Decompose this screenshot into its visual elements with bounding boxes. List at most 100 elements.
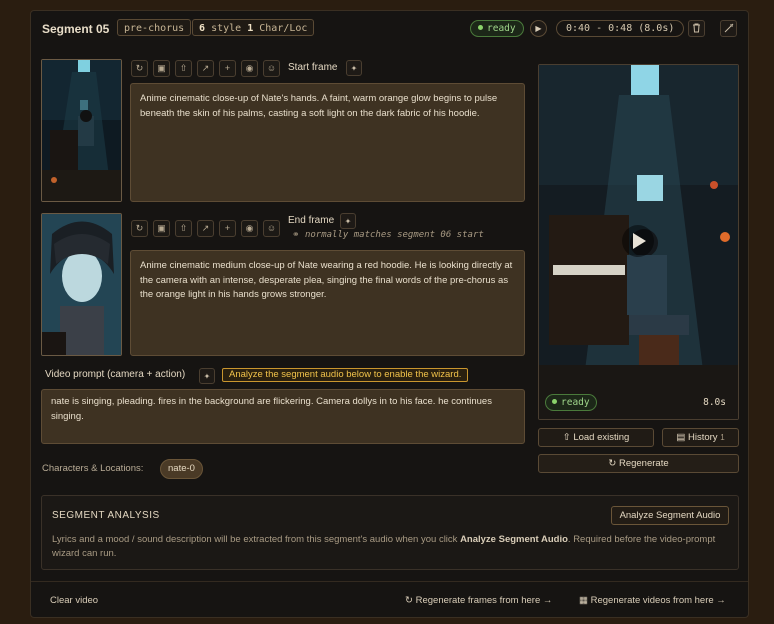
segment-analysis-panel: SEGMENT ANALYSIS Analyze Segment Audio L…	[41, 495, 739, 570]
video-preview-image	[539, 65, 738, 419]
end-add-button[interactable]: +	[219, 220, 236, 237]
video-status-badge: ready	[545, 394, 597, 411]
end-refresh-button[interactable]: ↻	[131, 220, 148, 237]
analysis-description: Lyrics and a mood / sound description wi…	[52, 533, 732, 561]
video-duration: 8.0s	[703, 397, 726, 408]
refresh-icon: ↻	[135, 63, 144, 73]
end-frame-hint: ⚭ normally matches segment 06 start	[292, 230, 484, 240]
status-text: ready	[487, 23, 516, 34]
refresh-icon: ↻	[135, 223, 144, 233]
play-audio-button[interactable]: ▶	[530, 20, 547, 37]
play-icon: ▶	[535, 24, 542, 33]
stack-icon: ▣	[157, 223, 166, 233]
film-icon: ▦	[579, 595, 588, 606]
regenerate-videos-button[interactable]: ▦ Regenerate videos from here →	[579, 595, 726, 606]
segment-title: Segment 05	[42, 22, 110, 36]
end-frame-hint-text: normally matches segment 06 start	[304, 230, 484, 240]
person-icon: ☺	[266, 223, 277, 233]
magic-wand-icon	[724, 23, 733, 33]
end-frame-wand-button[interactable]: ✦	[340, 213, 356, 229]
refresh-icon: ↻	[405, 595, 413, 606]
style-count: 6	[199, 23, 206, 34]
end-print-button[interactable]: ▣	[153, 220, 170, 237]
start-frame-thumbnail[interactable]	[41, 59, 122, 202]
analysis-desc-bold: Analyze Segment Audio	[460, 534, 568, 545]
upload-icon: ⇧	[562, 432, 571, 443]
time-range: 0:40 - 0:48 (8.0s)	[556, 20, 685, 37]
start-refresh-button[interactable]: ↻	[131, 60, 148, 77]
start-add-button[interactable]: +	[219, 60, 236, 77]
history-label: History	[687, 432, 718, 443]
end-frame-label: End frame	[288, 215, 335, 226]
end-upload-button[interactable]: ⇧	[175, 220, 192, 237]
regenerate-frames-label: Regenerate frames from here →	[415, 595, 553, 606]
end-frame-toolbar: ↻ ▣ ⇧ ↗ + ◉ ☺	[131, 220, 280, 237]
start-frame-image	[42, 60, 121, 201]
start-palette-button[interactable]: ◉	[241, 60, 258, 77]
characters-label: Characters & Locations:	[42, 463, 144, 474]
load-existing-button[interactable]: ⇧ Load existing	[538, 428, 654, 447]
palette-icon: ◉	[245, 63, 254, 73]
end-frame-thumbnail[interactable]	[41, 213, 122, 356]
status-dot-icon	[478, 25, 483, 30]
video-status-text: ready	[561, 397, 590, 408]
style-char-tag[interactable]: 6 style 1 Char/Loc	[192, 19, 315, 36]
stack-icon: ▣	[157, 63, 166, 73]
magic-wand-icon: ✦	[203, 372, 211, 381]
refresh-icon: ↻	[608, 458, 617, 469]
start-frame-label: Start frame	[288, 62, 338, 73]
history-count: 1	[720, 433, 725, 442]
history-button[interactable]: ▤ History 1	[662, 428, 739, 447]
footer-divider	[31, 581, 748, 582]
char-count: 1	[247, 23, 254, 34]
video-prompt-label: Video prompt (camera + action)	[45, 369, 186, 380]
end-person-button[interactable]: ☺	[263, 220, 280, 237]
char-label: Char/Loc	[259, 23, 308, 34]
segment-card: Segment 05 pre-chorus 6 style 1 Char/Loc…	[30, 10, 749, 618]
analyze-segment-audio-button[interactable]: Analyze Segment Audio	[611, 506, 729, 525]
video-preview[interactable]: ready 8.0s	[538, 64, 739, 420]
character-chip-nate[interactable]: nate-0	[160, 459, 203, 479]
regenerate-videos-label: Regenerate videos from here →	[590, 595, 726, 606]
style-label: style	[211, 23, 242, 34]
delete-button[interactable]	[688, 20, 705, 37]
start-upload-button[interactable]: ⇧	[175, 60, 192, 77]
upload-icon: ⇧	[179, 63, 188, 73]
section-tag[interactable]: pre-chorus	[117, 19, 192, 36]
status-badge: ready	[470, 20, 524, 37]
start-frame-toolbar: ↻ ▣ ⇧ ↗ + ◉ ☺	[131, 60, 280, 77]
palette-icon: ◉	[245, 223, 254, 233]
load-existing-label: Load existing	[573, 432, 630, 443]
plus-icon: +	[224, 223, 231, 233]
person-icon: ☺	[266, 63, 277, 73]
external-link-icon: ↗	[201, 63, 210, 73]
start-frame-wand-button[interactable]: ✦	[346, 60, 362, 76]
status-dot-icon	[552, 399, 557, 404]
external-link-icon: ↗	[201, 223, 210, 233]
regenerate-label: Regenerate	[618, 458, 669, 469]
regenerate-button[interactable]: ↻ Regenerate	[538, 454, 739, 473]
end-frame-image	[42, 214, 121, 355]
plus-icon: +	[224, 63, 231, 73]
clear-video-button[interactable]: Clear video	[50, 595, 98, 606]
magic-wand-icon: ✦	[350, 64, 358, 73]
magic-wand-icon: ✦	[344, 217, 352, 226]
regenerate-frames-button[interactable]: ↻ Regenerate frames from here →	[405, 595, 552, 606]
start-frame-prompt[interactable]: Anime cinematic close-up of Nate's hands…	[130, 83, 525, 202]
analysis-title: SEGMENT ANALYSIS	[52, 510, 160, 521]
video-prompt-input[interactable]: nate is singing, pleading. fires in the …	[41, 389, 525, 444]
end-palette-button[interactable]: ◉	[241, 220, 258, 237]
end-frame-prompt[interactable]: Anime cinematic medium close-up of Nate …	[130, 250, 525, 356]
wizard-warning: Analyze the segment audio below to enabl…	[222, 368, 469, 382]
video-prompt-wand-button[interactable]: ✦	[199, 368, 215, 384]
start-print-button[interactable]: ▣	[153, 60, 170, 77]
history-icon: ▤	[676, 432, 686, 443]
start-person-button[interactable]: ☺	[263, 60, 280, 77]
analysis-desc-pre: Lyrics and a mood / sound description wi…	[52, 534, 461, 545]
end-open-button[interactable]: ↗	[197, 220, 214, 237]
upload-icon: ⇧	[179, 223, 188, 233]
link-icon: ⚭	[292, 230, 300, 240]
wizard-button[interactable]	[720, 20, 737, 37]
start-open-button[interactable]: ↗	[197, 60, 214, 77]
trash-icon	[693, 23, 700, 33]
